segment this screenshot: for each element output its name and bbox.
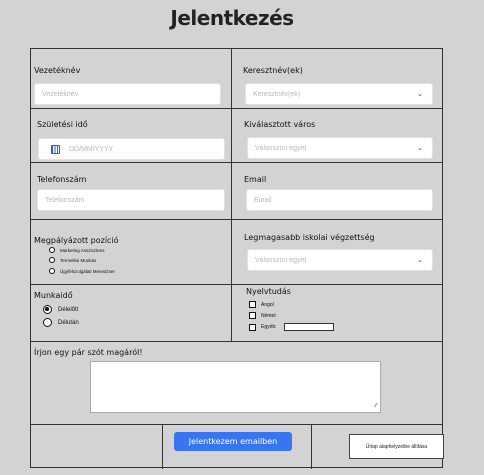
radio-button[interactable] bbox=[49, 257, 55, 263]
about-label: Írjon egy pár szót magáról! bbox=[34, 348, 143, 357]
checkbox[interactable] bbox=[249, 323, 256, 331]
chevron-down-icon: ⌄ bbox=[417, 257, 423, 264]
position-label: Megpályázott pozíció bbox=[34, 236, 119, 245]
chevron-down-icon: ⌄ bbox=[417, 91, 423, 98]
radio-button-selected[interactable] bbox=[43, 305, 52, 314]
divider bbox=[31, 108, 442, 109]
email-label: Email bbox=[244, 175, 267, 184]
checkbox[interactable] bbox=[249, 312, 256, 319]
education-select[interactable]: Válasszon egyet ⌄ bbox=[247, 249, 433, 271]
page-title: Jelentkezés bbox=[170, 6, 294, 30]
education-label: Legmagasabb iskolai végzettség bbox=[244, 233, 375, 242]
birth-date-label: Születési idő bbox=[37, 120, 88, 129]
position-option-label: Termelési Munkás bbox=[60, 257, 97, 263]
divider bbox=[31, 162, 442, 163]
position-option-marketing[interactable]: Marketing Asszisztens bbox=[49, 247, 105, 253]
language-option-german[interactable]: Német bbox=[249, 312, 276, 319]
city-label: Kiválasztott város bbox=[244, 120, 316, 129]
shift-option-label: Délután bbox=[58, 319, 79, 326]
first-name-select[interactable]: Keresztnév(ek) ⌄ bbox=[245, 83, 433, 105]
last-name-input[interactable]: Vezetéknév bbox=[34, 83, 221, 105]
radio-button[interactable] bbox=[43, 318, 52, 327]
city-placeholder: Válasszon egyet bbox=[255, 144, 307, 152]
radio-button[interactable] bbox=[49, 268, 55, 274]
submit-email-button[interactable]: Jelentkezem emailben bbox=[174, 432, 292, 451]
calendar-icon bbox=[51, 144, 60, 154]
checkbox[interactable] bbox=[249, 301, 256, 308]
position-option-customer-service[interactable]: Ügyfélszolgálati Menedzser bbox=[49, 268, 115, 274]
shift-option-morning[interactable]: Délelőtt bbox=[43, 305, 78, 314]
other-language-input[interactable] bbox=[283, 323, 334, 331]
shift-label: Munkaidő bbox=[34, 291, 73, 300]
shift-option-label: Délelőtt bbox=[58, 306, 79, 313]
application-form: Vezetéknév Vezetéknév Keresztnév(ek) Ker… bbox=[30, 48, 444, 469]
divider bbox=[231, 49, 232, 341]
divider bbox=[31, 219, 442, 220]
reset-form-button[interactable]: Űrlap alaphelyzetbe állítása bbox=[349, 434, 444, 459]
language-option-label: Egyéb: bbox=[261, 324, 277, 330]
city-select[interactable]: Válasszon egyet ⌄ bbox=[247, 137, 433, 159]
divider bbox=[162, 424, 163, 469]
shift-option-afternoon[interactable]: Délután bbox=[43, 318, 79, 327]
first-name-label: Keresztnév(ek) bbox=[243, 66, 303, 75]
education-placeholder: Válasszon egyet bbox=[255, 256, 307, 264]
language-option-english[interactable]: Angol bbox=[249, 301, 274, 308]
phone-input[interactable]: Telefonszám bbox=[37, 189, 225, 211]
birth-date-placeholder: DD/MM/YYYY bbox=[69, 145, 114, 153]
languages-label: Nyelvtudás bbox=[246, 287, 291, 296]
divider bbox=[31, 341, 442, 342]
divider bbox=[31, 424, 442, 425]
resize-handle-icon[interactable]: ∕∕ bbox=[375, 403, 377, 409]
last-name-label: Vezetéknév bbox=[34, 66, 81, 75]
email-input[interactable]: Email bbox=[246, 189, 433, 211]
position-option-production[interactable]: Termelési Munkás bbox=[49, 257, 96, 263]
position-option-label: Ügyfélszolgálati Menedzser bbox=[60, 268, 116, 274]
language-option-label: Angol bbox=[261, 301, 274, 308]
language-option-label: Német bbox=[261, 312, 276, 319]
radio-button[interactable] bbox=[49, 247, 55, 253]
phone-label: Telefonszám bbox=[37, 175, 87, 184]
birth-date-input[interactable]: DD/MM/YYYY bbox=[38, 138, 225, 160]
first-name-placeholder: Keresztnév(ek) bbox=[253, 90, 301, 98]
divider bbox=[31, 284, 442, 285]
divider bbox=[311, 424, 312, 469]
chevron-down-icon: ⌄ bbox=[417, 145, 423, 152]
position-option-label: Marketing Asszisztens bbox=[60, 247, 105, 253]
language-option-other[interactable]: Egyéb: bbox=[249, 323, 334, 331]
about-textarea[interactable]: ∕∕ bbox=[90, 361, 381, 413]
